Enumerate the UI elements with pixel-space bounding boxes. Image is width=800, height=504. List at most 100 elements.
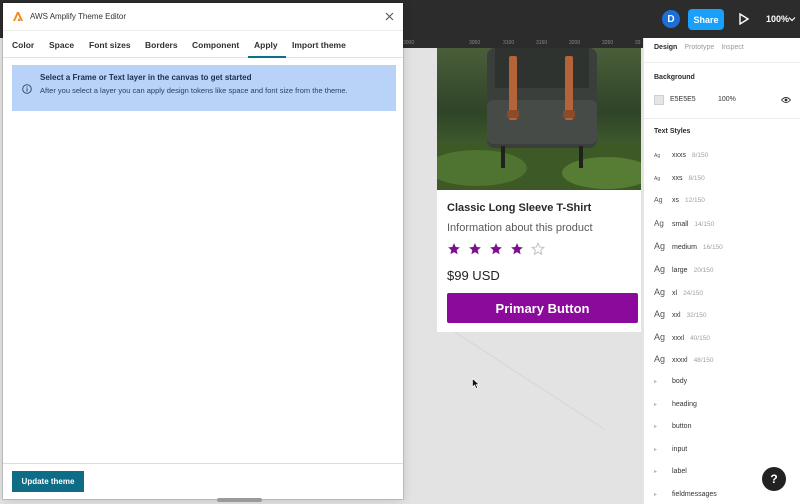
product-card-frame[interactable]: Classic Long Sleeve T-Shirt Information … bbox=[437, 48, 641, 332]
style-group-label[interactable]: ▸ label bbox=[654, 468, 687, 475]
text-style-name: large bbox=[672, 267, 688, 274]
text-style-meta: 20/150 bbox=[693, 267, 714, 274]
text-style-icon: Ag bbox=[654, 197, 663, 204]
share-button[interactable]: Share bbox=[688, 9, 724, 30]
tab-inspect[interactable]: Inspect bbox=[721, 44, 744, 51]
close-icon[interactable] bbox=[385, 12, 394, 21]
text-style-xxl[interactable]: Ag xxl 32/150 bbox=[654, 309, 706, 319]
background-hex[interactable]: E5E5E5 bbox=[670, 96, 696, 103]
style-group-heading[interactable]: ▸ heading bbox=[654, 401, 697, 408]
product-info: Information about this product bbox=[447, 222, 593, 234]
plugin-window: AWS Amplify Theme Editor Color Space Fon… bbox=[3, 3, 403, 499]
text-style-xxxl[interactable]: Ag xxxl 40/150 bbox=[654, 332, 710, 342]
text-style-meta: 8/150 bbox=[692, 152, 709, 159]
rating-stars bbox=[447, 242, 545, 256]
text-style-xxs[interactable]: Ag xxs 8/150 bbox=[654, 175, 705, 182]
text-style-name: xxs bbox=[672, 175, 683, 182]
background-opacity[interactable]: 100% bbox=[718, 96, 736, 103]
text-style-meta: 12/150 bbox=[685, 197, 705, 204]
chevron-right-icon: ▸ bbox=[654, 424, 658, 430]
text-style-name: medium bbox=[672, 244, 697, 251]
tab-prototype[interactable]: Prototype bbox=[684, 44, 714, 51]
chevron-right-icon: ▸ bbox=[654, 379, 658, 385]
style-group-body[interactable]: ▸ body bbox=[654, 378, 687, 385]
background-swatch[interactable] bbox=[654, 95, 664, 105]
tab-design[interactable]: Design bbox=[654, 44, 677, 51]
chevron-right-icon: ▸ bbox=[654, 402, 658, 408]
help-button[interactable]: ? bbox=[762, 467, 786, 491]
backpack-image-icon bbox=[437, 48, 641, 190]
text-style-name: xxxxl bbox=[672, 357, 688, 364]
text-style-icon: Ag bbox=[654, 241, 666, 251]
style-group-label: label bbox=[672, 468, 687, 475]
text-style-small[interactable]: Ag small 14/150 bbox=[654, 219, 714, 228]
text-style-meta: 8/150 bbox=[688, 175, 705, 182]
text-style-icon: Ag bbox=[654, 176, 661, 182]
active-tab-indicator bbox=[248, 56, 286, 58]
update-theme-button[interactable]: Update theme bbox=[12, 471, 84, 492]
present-play-icon[interactable] bbox=[739, 13, 749, 25]
star-filled-icon bbox=[469, 243, 481, 255]
tab-font-sizes[interactable]: Font sizes bbox=[89, 40, 131, 50]
background-heading: Background bbox=[654, 74, 695, 81]
style-group-fieldmessages[interactable]: ▸ fieldmessages bbox=[654, 491, 717, 498]
text-style-large[interactable]: Ag large 20/150 bbox=[654, 264, 713, 274]
style-group-label: input bbox=[672, 446, 688, 453]
chevron-right-icon: ▸ bbox=[654, 469, 658, 475]
text-style-medium[interactable]: Ag medium 16/150 bbox=[654, 241, 723, 251]
chevron-right-icon: ▸ bbox=[654, 447, 658, 453]
star-filled-icon bbox=[490, 243, 502, 255]
plugin-header: AWS Amplify Theme Editor bbox=[3, 3, 403, 31]
ruler-tick: 3200 bbox=[569, 40, 581, 46]
ruler-tick: 3250 bbox=[602, 40, 614, 46]
canvas-ruler: 3000 3050 3100 3150 3200 3250 33 bbox=[403, 38, 643, 48]
text-style-name: small bbox=[672, 221, 689, 228]
ruler-tick: 3000 bbox=[403, 40, 415, 46]
product-photo bbox=[437, 48, 641, 190]
amplify-logo-icon bbox=[13, 12, 23, 21]
text-style-meta: 32/150 bbox=[686, 312, 707, 319]
plugin-title: AWS Amplify Theme Editor bbox=[30, 12, 127, 21]
text-style-xxxxl[interactable]: Ag xxxxl 48/150 bbox=[654, 354, 713, 364]
design-panel: Design Prototype Inspect Background E5E5… bbox=[643, 38, 800, 504]
text-style-icon: Ag bbox=[654, 153, 661, 159]
info-icon bbox=[22, 84, 32, 94]
ruler-tick: 3100 bbox=[503, 40, 515, 46]
ruler-tick: 33 bbox=[635, 40, 641, 46]
style-group-label: fieldmessages bbox=[672, 491, 717, 498]
ruler-tick: 3150 bbox=[536, 40, 548, 46]
star-filled-icon bbox=[511, 243, 523, 255]
tab-import-theme[interactable]: Import theme bbox=[292, 40, 346, 50]
tab-borders[interactable]: Borders bbox=[145, 40, 178, 50]
tab-space[interactable]: Space bbox=[49, 40, 74, 50]
alert-body: After you select a layer you can apply d… bbox=[40, 86, 348, 95]
text-style-meta: 24/150 bbox=[683, 290, 703, 297]
chevron-down-icon[interactable] bbox=[788, 15, 796, 23]
text-style-icon: Ag bbox=[654, 287, 666, 297]
text-style-xl[interactable]: Ag xl 24/150 bbox=[654, 287, 703, 297]
zoom-level[interactable]: 100% bbox=[766, 14, 789, 24]
alert-title: Select a Frame or Text layer in the canv… bbox=[40, 73, 252, 82]
text-style-name: xxxs bbox=[672, 152, 686, 159]
text-style-xxxs[interactable]: Ag xxxs 8/150 bbox=[654, 152, 708, 159]
info-alert: Select a Frame or Text layer in the canv… bbox=[12, 65, 396, 111]
text-style-icon: Ag bbox=[654, 354, 666, 364]
tab-component[interactable]: Component bbox=[192, 40, 239, 50]
text-style-name: xs bbox=[672, 197, 679, 204]
product-title: Classic Long Sleeve T-Shirt bbox=[447, 202, 592, 214]
horizontal-scrollbar[interactable] bbox=[217, 498, 262, 502]
text-style-icon: Ag bbox=[654, 264, 666, 274]
tab-apply[interactable]: Apply bbox=[254, 40, 278, 50]
tab-color[interactable]: Color bbox=[12, 40, 34, 50]
eye-icon[interactable] bbox=[781, 96, 791, 104]
text-style-xs[interactable]: Ag xs 12/150 bbox=[654, 197, 705, 204]
text-style-name: xxl bbox=[672, 312, 681, 319]
primary-button[interactable]: Primary Button bbox=[447, 293, 638, 323]
text-style-meta: 48/150 bbox=[693, 357, 714, 364]
user-avatar[interactable]: D bbox=[662, 10, 680, 28]
style-group-label: heading bbox=[672, 401, 697, 408]
style-group-button[interactable]: ▸ button bbox=[654, 423, 691, 430]
style-group-input[interactable]: ▸ input bbox=[654, 446, 687, 453]
panel-divider bbox=[644, 118, 800, 119]
text-style-meta: 16/150 bbox=[702, 244, 723, 251]
